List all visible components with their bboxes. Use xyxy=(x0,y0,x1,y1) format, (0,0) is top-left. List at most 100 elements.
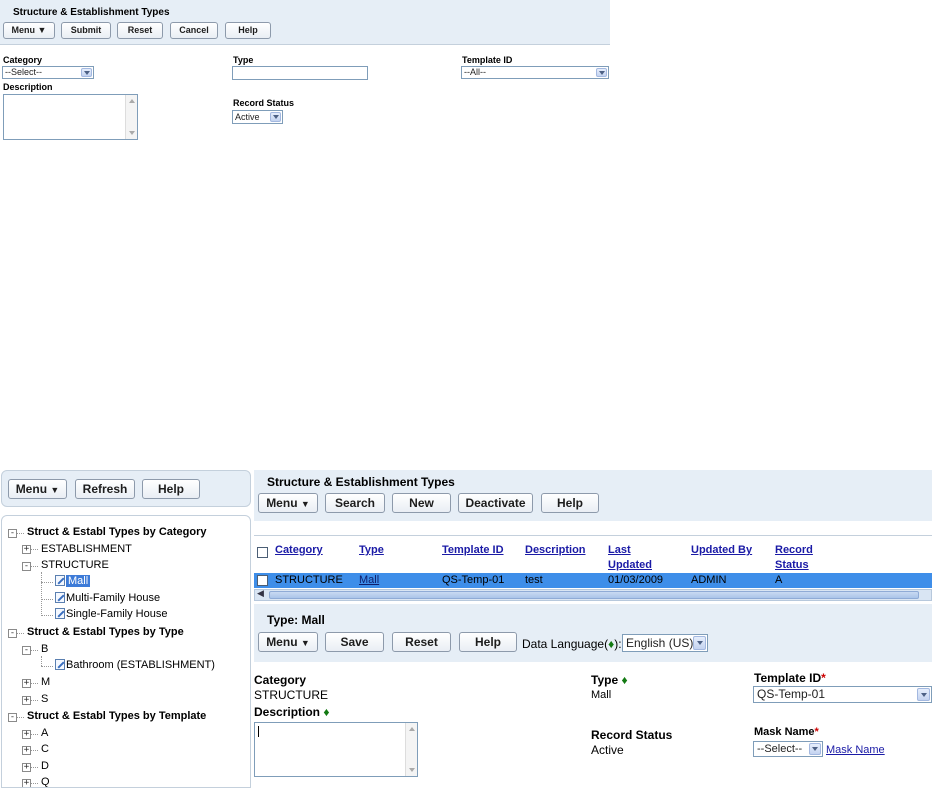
expand-icon[interactable]: + xyxy=(22,696,31,705)
tree-node-structure[interactable]: STRUCTURE xyxy=(41,559,109,571)
tree-menu-button[interactable]: Menu ▼ xyxy=(8,479,67,499)
expand-icon[interactable]: + xyxy=(22,679,31,688)
detail-type-label: Type ♦ xyxy=(591,673,628,687)
tree-node-template-c[interactable]: C xyxy=(41,743,49,755)
chevron-down-icon xyxy=(81,68,92,77)
chevron-down-icon xyxy=(270,112,281,122)
detail-mask-name-label: Mask Name* xyxy=(754,726,819,738)
tree-connector xyxy=(31,566,38,567)
detail-reset-button[interactable]: Reset xyxy=(392,632,451,652)
top-category-select[interactable]: --Select-- xyxy=(2,66,94,79)
edit-document-icon xyxy=(55,608,65,619)
tree-leaf-multi-family-house[interactable]: Multi-Family House xyxy=(55,592,160,604)
deactivate-button[interactable]: Deactivate xyxy=(458,493,533,513)
column-header-type[interactable]: Type xyxy=(359,543,384,558)
collapse-icon[interactable]: - xyxy=(8,529,17,538)
top-template-select[interactable]: --All-- xyxy=(461,66,609,79)
detail-template-label: Template ID* xyxy=(754,671,826,685)
cell-description: test xyxy=(525,574,543,586)
results-menu-button[interactable]: Menu ▼ xyxy=(258,493,318,513)
collapse-icon[interactable]: - xyxy=(8,629,17,638)
tree-node-template-a[interactable]: A xyxy=(41,727,48,739)
scrollbar-thumb[interactable] xyxy=(269,591,919,599)
column-header-last-updated[interactable]: Last Updated xyxy=(608,543,668,573)
column-header-record-status[interactable]: Record Status xyxy=(775,543,825,573)
top-cancel-button[interactable]: Cancel xyxy=(170,22,218,39)
tree-node-type-m[interactable]: M xyxy=(41,676,50,688)
top-help-button[interactable]: Help xyxy=(225,22,271,39)
top-description-textarea[interactable] xyxy=(3,94,138,140)
tree-leaf-mall[interactable]: Mall xyxy=(55,575,91,587)
vertical-scrollbar[interactable] xyxy=(125,95,137,139)
top-type-input[interactable] xyxy=(232,66,368,80)
expand-icon[interactable]: + xyxy=(22,545,31,554)
tree-node-type-s[interactable]: S xyxy=(41,693,48,705)
expand-icon[interactable]: + xyxy=(22,746,31,755)
vertical-scrollbar[interactable] xyxy=(405,723,417,776)
edit-document-icon xyxy=(55,575,65,586)
column-header-template-id[interactable]: Template ID xyxy=(442,543,504,558)
save-button[interactable]: Save xyxy=(325,632,384,652)
tree-connector xyxy=(41,582,53,583)
top-menu-button[interactable]: Menu ▼ xyxy=(3,22,55,39)
tree-group-by-type[interactable]: Struct & Establ Types by Type xyxy=(27,626,184,638)
column-header-updated-by[interactable]: Updated By xyxy=(691,543,752,558)
cell-template-id: QS-Temp-01 xyxy=(442,574,505,586)
detail-category-value: STRUCTURE xyxy=(254,688,328,702)
detail-help-button[interactable]: Help xyxy=(459,632,517,652)
tree-connector xyxy=(31,549,38,550)
top-header: Structure & Establishment Types Menu ▼ S… xyxy=(0,0,610,45)
tree-connector xyxy=(31,750,38,751)
tree-leaf-single-family-house[interactable]: Single-Family House xyxy=(55,608,167,620)
detail-description-textarea[interactable] xyxy=(254,722,418,777)
select-all-checkbox[interactable] xyxy=(257,547,268,558)
tree-connector xyxy=(41,666,53,667)
tree-connector xyxy=(31,767,38,768)
top-record-status-select[interactable]: Active xyxy=(232,110,283,124)
page-title: Structure & Establishment Types xyxy=(267,475,455,489)
text-cursor xyxy=(258,726,259,737)
collapse-icon[interactable]: - xyxy=(22,646,31,655)
tree-connector xyxy=(41,572,42,616)
tree-node-template-q[interactable]: Q xyxy=(41,776,50,787)
tree-help-button[interactable]: Help xyxy=(142,479,200,499)
column-header-category[interactable]: Category xyxy=(275,543,323,558)
detail-template-select[interactable]: QS-Temp-01 xyxy=(753,686,932,703)
detail-menu-button[interactable]: Menu ▼ xyxy=(258,632,318,652)
tree-node-template-d[interactable]: D xyxy=(41,760,49,772)
collapse-icon[interactable]: - xyxy=(22,562,31,571)
expand-icon[interactable]: + xyxy=(22,730,31,739)
column-header-description[interactable]: Description xyxy=(525,543,586,558)
tree-leaf-bathroom[interactable]: Bathroom (ESTABLISHMENT) xyxy=(55,659,215,671)
data-language-select[interactable]: English (US) xyxy=(622,634,708,652)
results-help-button[interactable]: Help xyxy=(541,493,599,513)
tree-group-by-category[interactable]: Struct & Establ Types by Category xyxy=(27,526,207,538)
search-button[interactable]: Search xyxy=(325,493,385,513)
expand-icon[interactable]: + xyxy=(22,779,31,787)
row-checkbox[interactable] xyxy=(257,575,268,586)
tree-node-establishment[interactable]: ESTABLISHMENT xyxy=(41,543,132,555)
menu-dropdown-icon: ▼ xyxy=(50,485,60,495)
mask-name-link[interactable]: Mask Name xyxy=(826,744,885,756)
cell-category: STRUCTURE xyxy=(275,574,343,586)
scroll-left-icon[interactable]: ◀ xyxy=(257,588,264,599)
tree-toolbar: Menu ▼ Refresh Help xyxy=(1,470,251,507)
tree-group-by-template[interactable]: Struct & Establ Types by Template xyxy=(27,710,206,722)
horizontal-scrollbar[interactable]: ◀ xyxy=(254,588,932,601)
top-reset-button[interactable]: Reset xyxy=(117,22,163,39)
expand-icon[interactable]: + xyxy=(22,763,31,772)
detail-description-label: Description ♦ xyxy=(254,705,330,719)
tree-node-type-b[interactable]: B xyxy=(41,643,48,655)
detail-title: Type: Mall xyxy=(267,613,325,627)
top-submit-button[interactable]: Submit xyxy=(61,22,111,39)
tree-refresh-button[interactable]: Refresh xyxy=(75,479,135,499)
tree-connector xyxy=(41,656,42,666)
new-button[interactable]: New xyxy=(392,493,451,513)
cell-type-link[interactable]: Mall xyxy=(359,573,379,587)
collapse-icon[interactable]: - xyxy=(8,713,17,722)
detail-record-status-label: Record Status xyxy=(591,728,673,742)
detail-mask-name-select[interactable]: --Select-- xyxy=(753,741,823,757)
menu-dropdown-icon: ▼ xyxy=(37,25,47,35)
top-record-status-label: Record Status xyxy=(233,98,295,108)
table-row[interactable]: STRUCTURE Mall QS-Temp-01 test 01/03/200… xyxy=(254,573,932,588)
